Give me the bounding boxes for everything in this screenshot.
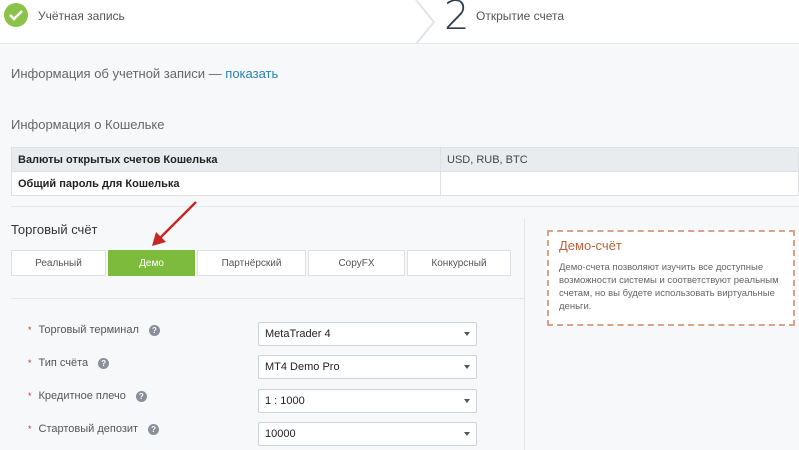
field-account-type-label: * Тип счёта ? [28, 357, 110, 369]
trading-account-title: Торговый счёт [11, 222, 98, 237]
table-row: Валюты открытых счетов Кошелька USD, RUB… [11, 147, 799, 172]
field-deposit-label: * Стартовый депозит ? [28, 423, 160, 435]
account-type-tabs: Реальный Демо Партнёрский CopyFX Конкурс… [11, 250, 511, 276]
steps-header: Учётная запись 2 Открытие счета [0, 0, 799, 44]
caret-down-icon [464, 399, 470, 403]
tab-contest[interactable]: Конкурсный [407, 250, 511, 276]
wallet-password-value [440, 171, 799, 196]
wallet-currencies-value: USD, RUB, BTC [440, 147, 799, 172]
deposit-select[interactable]: 10000 [258, 422, 477, 446]
table-row: Общий пароль для Кошелька [11, 171, 799, 196]
wallet-title: Информация о Кошельке [11, 117, 165, 132]
select-value: 10000 [265, 428, 296, 440]
chevron-right-icon [415, 0, 436, 44]
select-value: MT4 Demo Pro [265, 361, 340, 373]
field-leverage-label: * Кредитное плечо ? [28, 390, 147, 402]
required-mark: * [28, 325, 32, 335]
field-terminal-label: * Торговый терминал ? [28, 324, 160, 336]
account-type-select[interactable]: MT4 Demo Pro [258, 355, 477, 379]
step-open-account-label: Открытие счета [476, 9, 565, 23]
step-number: 2 [444, 0, 470, 39]
form-divider [11, 298, 524, 299]
demo-info-text: Демо-счета позволяют изучить все доступн… [559, 262, 779, 312]
tab-partner[interactable]: Партнёрский [197, 250, 306, 276]
caret-down-icon [464, 432, 470, 436]
help-icon[interactable]: ? [148, 324, 160, 336]
help-icon[interactable]: ? [135, 390, 147, 402]
arrow-pointer-icon [152, 201, 197, 246]
wallet-password-label: Общий пароль для Кошелька [11, 171, 441, 196]
step-account-label: Учётная запись [38, 9, 125, 23]
wallet-table: Валюты открытых счетов Кошелька USD, RUB… [11, 147, 799, 196]
check-icon [4, 3, 28, 27]
help-icon[interactable]: ? [148, 423, 160, 435]
show-account-info-link[interactable]: показать [225, 66, 278, 81]
caret-down-icon [464, 365, 470, 369]
select-value: MetaTrader 4 [265, 328, 331, 340]
step-account[interactable]: Учётная запись [0, 0, 430, 44]
tab-demo[interactable]: Демо [108, 250, 195, 276]
field-label: Кредитное плечо [38, 390, 126, 402]
required-mark: * [28, 424, 32, 434]
tab-real[interactable]: Реальный [11, 250, 106, 276]
section-divider [11, 206, 799, 207]
field-label: Тип счёта [38, 357, 89, 369]
help-icon[interactable]: ? [98, 357, 110, 369]
required-mark: * [28, 391, 32, 401]
select-value: 1 : 1000 [265, 395, 305, 407]
field-label: Стартовый депозит [38, 423, 139, 435]
leverage-select[interactable]: 1 : 1000 [258, 389, 477, 413]
account-info-text: Информация об учетной записи — [11, 66, 226, 81]
terminal-select[interactable]: MetaTrader 4 [258, 322, 477, 346]
demo-info-box: Демо-счёт Демо-счета позволяют изучить в… [547, 230, 795, 326]
account-info: Информация об учетной записи — показать [11, 66, 278, 81]
caret-down-icon [464, 332, 470, 336]
demo-info-title: Демо-счёт [559, 238, 622, 253]
tab-copyfx[interactable]: CopyFX [308, 250, 405, 276]
column-divider [524, 218, 525, 450]
field-label: Торговый терминал [38, 324, 139, 336]
required-mark: * [28, 358, 32, 368]
wallet-currencies-label: Валюты открытых счетов Кошелька [11, 147, 441, 172]
